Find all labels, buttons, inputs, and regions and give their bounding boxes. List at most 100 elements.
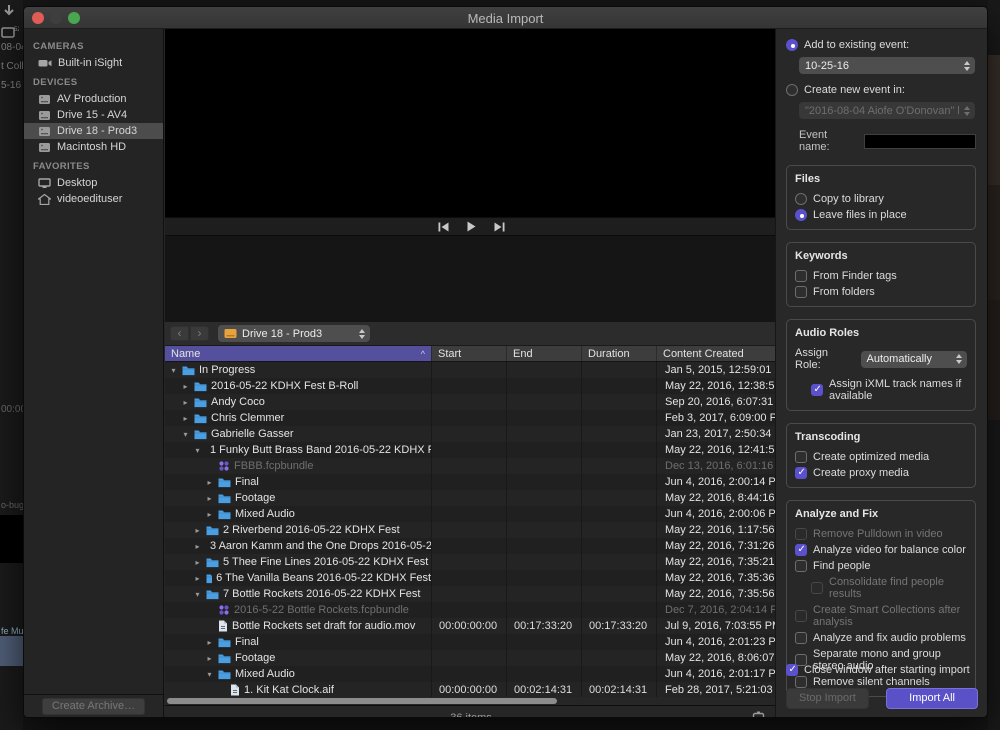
add-to-existing-event-radio[interactable] [786,39,798,51]
existing-event-popup[interactable]: 10-25-16 [799,57,975,74]
disclosure-triangle-icon[interactable]: ▸ [205,510,214,519]
column-header-name[interactable]: Name ^ [165,346,432,361]
column-header-end[interactable]: End [507,346,582,361]
assign-ixml-track-names-if-available-checkbox[interactable] [811,384,823,396]
table-row[interactable]: ▾Mixed AudioJun 4, 2016, 2:01:17 PM [165,666,777,682]
sidebar-item-drive-18-prod3[interactable]: Drive 18 - Prod3 [24,123,163,139]
sidebar-item-videoedituser[interactable]: videoedituser [24,191,163,207]
disclosure-triangle-icon[interactable]: ▸ [181,414,190,423]
create-proxy-media-checkbox[interactable] [795,467,807,479]
scrollbar-thumb[interactable] [167,698,557,704]
table-row[interactable]: ▸2016-05-22 KDHX Fest B-RollMay 22, 2016… [165,378,777,394]
table-row[interactable]: ▸Chris ClemmerFeb 3, 2017, 6:09:00 PM [165,410,777,426]
disclosure-triangle-icon[interactable]: ▸ [181,382,190,391]
import-all-button[interactable]: Import All [886,688,978,709]
disclosure-triangle-icon[interactable]: ▾ [193,446,202,455]
new-event-library-value: "2016-08-04 Aiofe O'Donovan" library [805,105,959,117]
create-archive-button[interactable]: Create Archive… [42,698,145,715]
table-row[interactable]: Bottle Rockets set draft for audio.mov00… [165,618,777,634]
table-row[interactable]: 1. Kit Kat Clock.aif00:00:00:0000:02:14:… [165,682,777,697]
copy-to-library-radio[interactable] [795,193,807,205]
table-row[interactable]: ▸3 Aaron Kamm and the One Drops 2016-05-… [165,538,777,554]
table-row[interactable]: ▸6 The Vanilla Beans 2016-05-22 KDHX Fes… [165,570,777,586]
row-end [507,458,582,474]
find-people-checkbox[interactable] [795,560,807,572]
leave-files-in-place-radio[interactable] [795,209,807,221]
disclosure-triangle-icon[interactable]: ▸ [205,638,214,647]
sidebar-item-av-production[interactable]: AV Production [24,91,163,107]
disclosure-triangle-icon[interactable]: ▸ [193,574,202,583]
row-start [432,394,507,410]
table-row[interactable]: 2016-5-22 Bottle Rockets.fcpbundleDec 7,… [165,602,777,618]
disclosure-triangle-icon[interactable]: ▾ [181,430,190,439]
sidebar-item-macintosh-hd[interactable]: Macintosh HD [24,139,163,155]
analyze-video-for-balance-color-checkbox[interactable] [795,544,807,556]
disclosure-triangle-icon[interactable]: ▾ [169,366,178,375]
table-row[interactable]: ▾Gabrielle GasserJan 23, 2017, 2:50:34 P… [165,426,777,442]
create-optimized-media-checkbox[interactable] [795,451,807,463]
skip-to-end-button[interactable] [494,222,505,232]
disclosure-triangle-icon[interactable]: ▸ [205,494,214,503]
option-label: Find people [813,560,871,572]
assign-role-popup[interactable]: Automatically [861,351,967,368]
from-finder-tags-checkbox[interactable] [795,270,807,282]
disclosure-triangle-icon[interactable]: ▸ [205,478,214,487]
sidebar-item-label: Drive 18 - Prod3 [57,125,137,137]
close-window-after-import-checkbox[interactable] [786,664,798,676]
row-content-created: May 22, 2016, 8:06:07 PM [657,650,777,666]
column-header-duration[interactable]: Duration [582,346,657,361]
forward-button[interactable]: › [190,326,209,341]
title-bar[interactable]: Media Import [24,7,987,29]
table-row[interactable]: ▾7 Bottle Rockets 2016-05-22 KDHX FestMa… [165,586,777,602]
table-row[interactable]: ▸FinalJun 4, 2016, 2:01:23 PM [165,634,777,650]
table-row[interactable]: FBBB.fcpbundleDec 13, 2016, 6:01:16 PM [165,458,777,474]
sidebar-item-drive-15-av4[interactable]: Drive 15 - AV4 [24,107,163,123]
option-label: Create proxy media [813,467,909,479]
disclosure-triangle-icon[interactable]: ▸ [193,542,202,551]
assign-role-label: Assign Role: [795,347,855,371]
row-start [432,602,507,618]
clip-appearance-icon[interactable] [752,711,765,718]
disclosure-triangle-icon[interactable]: ▸ [181,398,190,407]
event-name-input[interactable] [864,134,976,149]
disclosure-triangle-icon[interactable]: ▸ [193,558,202,567]
table-row[interactable]: ▸Mixed AudioJun 4, 2016, 2:00:06 PM [165,506,777,522]
camera-icon [38,58,52,68]
table-row[interactable]: ▸FinalJun 4, 2016, 2:00:14 PM [165,474,777,490]
sidebar-item-built-in-isight[interactable]: Built-in iSight [24,55,163,71]
location-popup[interactable]: Drive 18 - Prod3 [218,325,370,342]
table-row[interactable]: ▾1 Funky Butt Brass Band 2016-05-22 KDHX… [165,442,777,458]
row-end [507,666,582,682]
horizontal-scrollbar[interactable] [165,697,777,705]
play-button[interactable] [467,221,476,232]
sidebar-item-label: AV Production [57,93,127,105]
column-header-start[interactable]: Start [432,346,507,361]
drive-icon [38,94,51,105]
back-button[interactable]: ‹ [170,326,189,341]
table-row[interactable]: ▸FootageMay 22, 2016, 8:44:16 PM [165,490,777,506]
skip-to-start-button[interactable] [438,222,449,232]
column-header-content-created[interactable]: Content Created [657,346,777,361]
background-app-left-strip: 08-04 t Coll 5-16 00:00 o-bug-2 fe Mult … [0,0,23,730]
row-name-label: In Progress [199,364,255,376]
analyze-and-fix-audio-problems-checkbox[interactable] [795,632,807,644]
preview-area [165,29,777,217]
sidebar-item-desktop[interactable]: Desktop [24,175,163,191]
disclosure-triangle-icon[interactable]: ▾ [193,590,202,599]
row-start: 00:00:00:00 [432,682,507,697]
disclosure-triangle-icon[interactable]: ▸ [193,526,202,535]
folder-icon [206,589,219,600]
folder-icon [194,429,207,440]
table-row[interactable]: ▸FootageMay 22, 2016, 8:06:07 PM [165,650,777,666]
table-row[interactable]: ▸2 Riverbend 2016-05-22 KDHX FestMay 22,… [165,522,777,538]
keywords-group: Keywords From Finder tagsFrom folders [786,242,976,307]
table-row[interactable]: ▾In ProgressJan 5, 2015, 12:59:01 PM [165,362,777,378]
table-row[interactable]: ▸5 Thee Fine Lines 2016-05-22 KDHX FestM… [165,554,777,570]
table-row[interactable]: ▸Andy CocoSep 20, 2016, 6:07:31 PM [165,394,777,410]
disclosure-triangle-icon[interactable]: ▾ [205,670,214,679]
sidebar-item-label: Built-in iSight [58,57,122,69]
create-new-event-radio[interactable] [786,84,798,96]
from-folders-checkbox[interactable] [795,286,807,298]
disclosure-triangle-icon[interactable]: ▸ [205,654,214,663]
row-start [432,362,507,378]
